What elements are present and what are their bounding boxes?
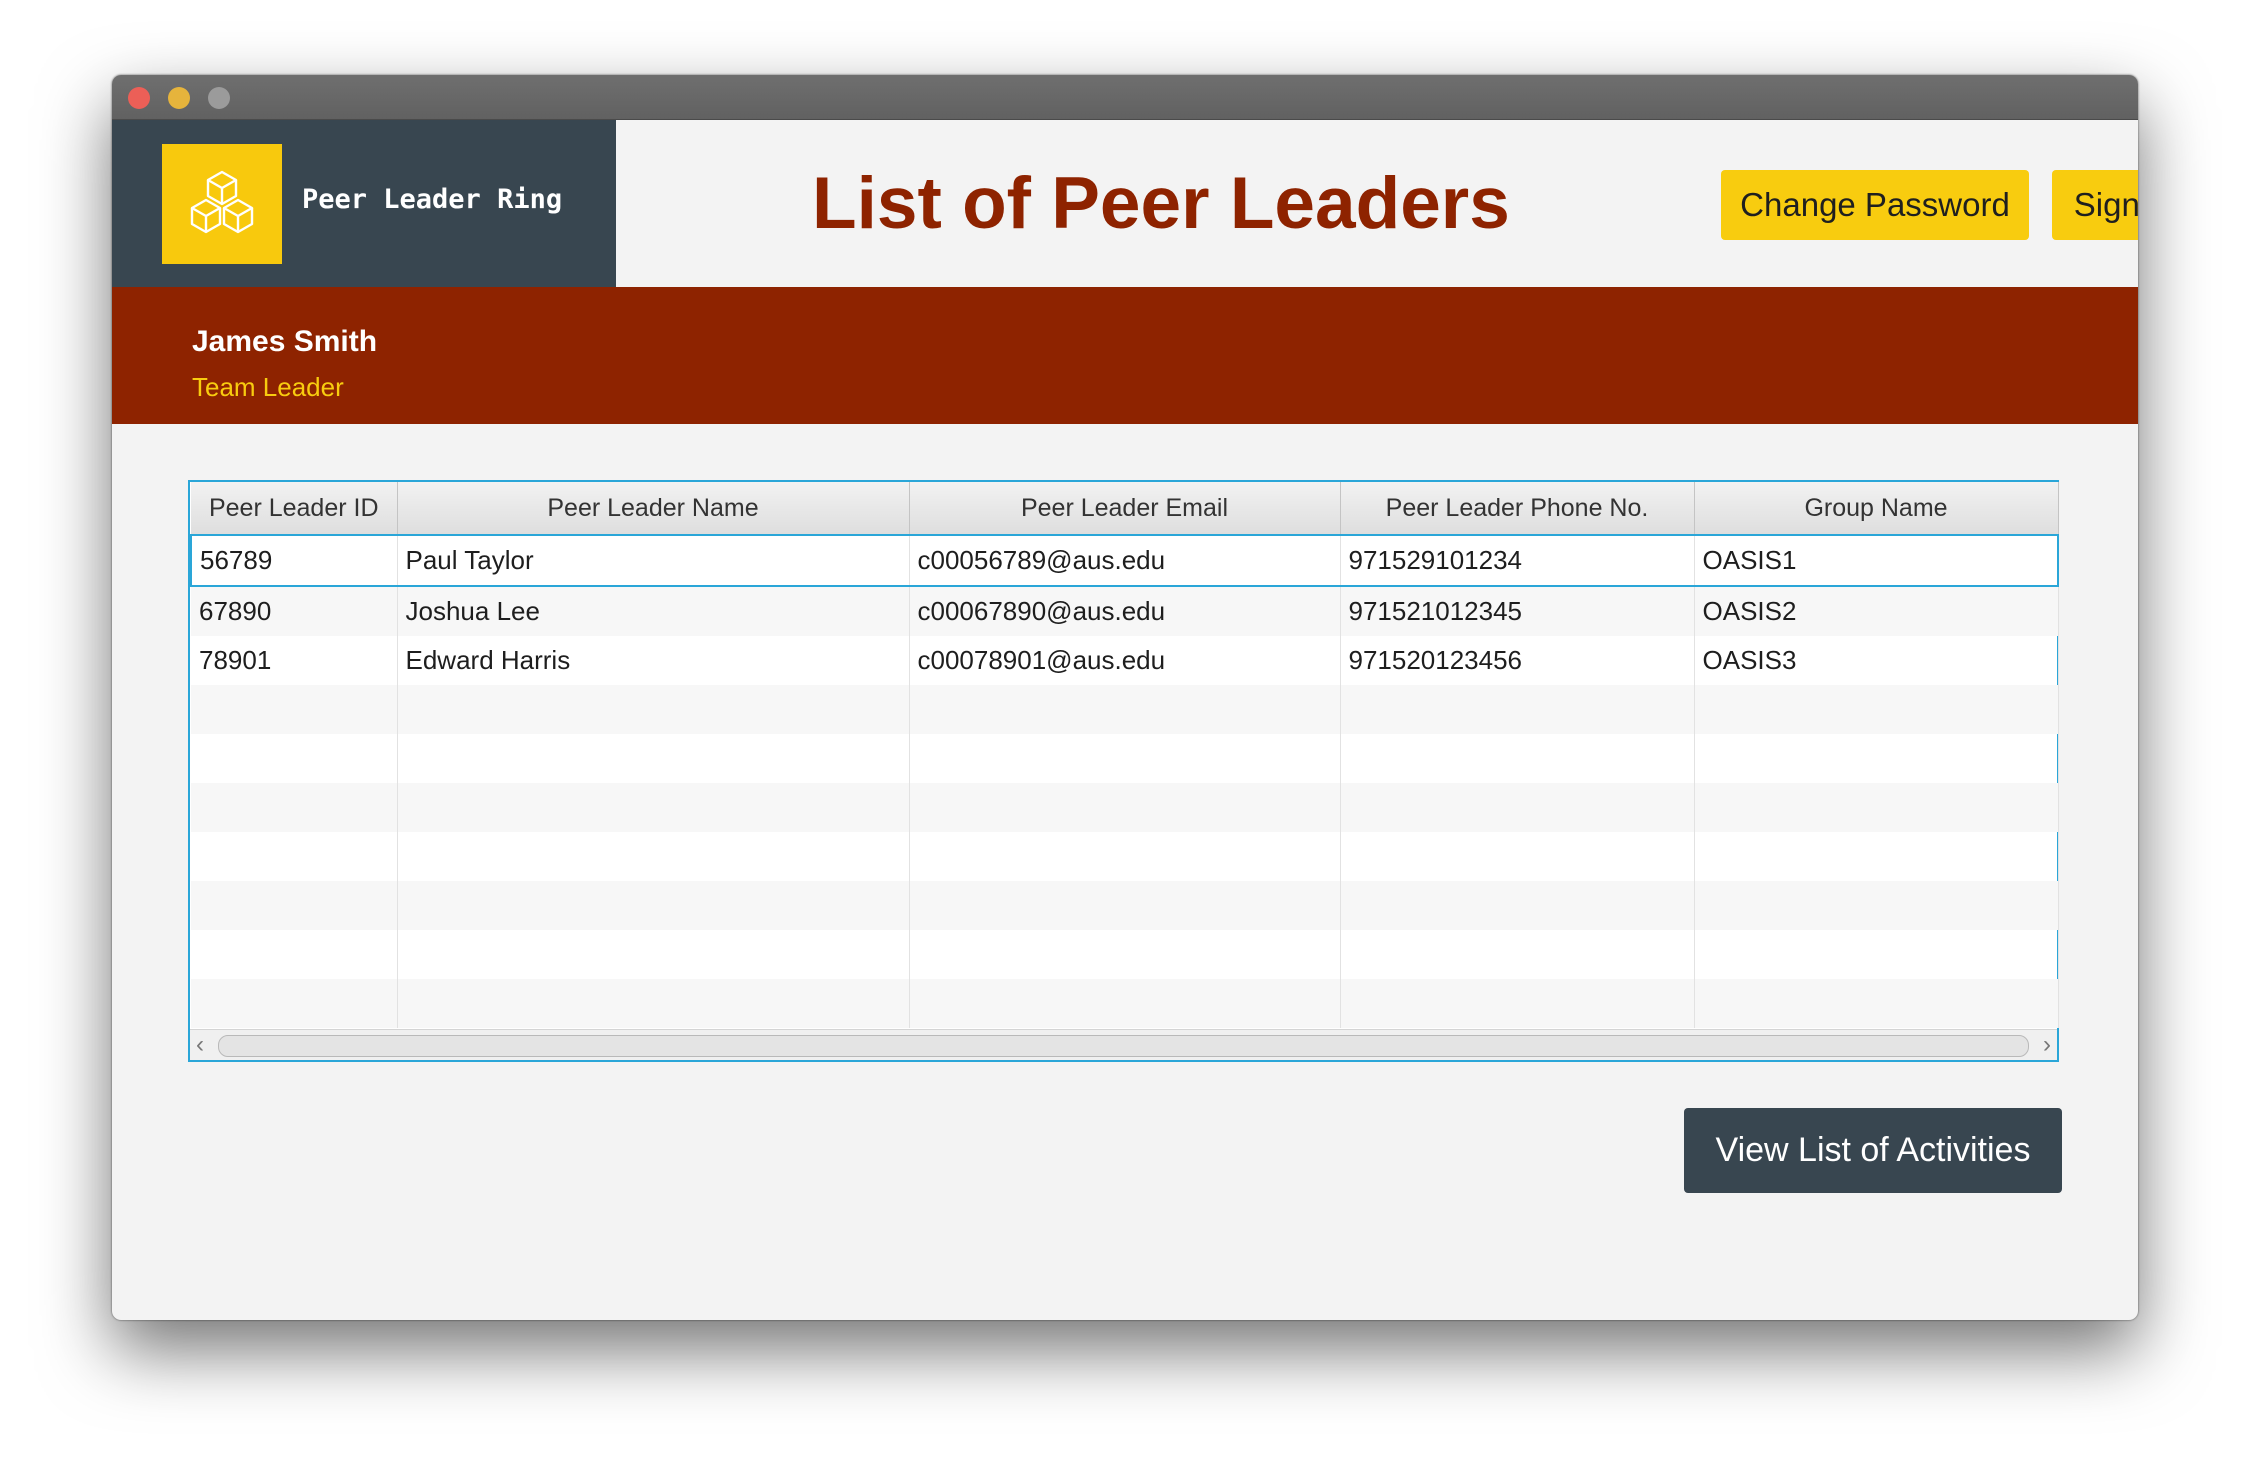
brand-name: Peer Leader Ring [302, 184, 563, 215]
cell-phone: 971520123456 [1340, 636, 1695, 685]
app-window: Peer Leader Ring List of Peer Leaders Ch… [112, 75, 2138, 1320]
peer-leaders-table[interactable]: Peer Leader ID Peer Leader Name Peer Lea… [188, 480, 2059, 1062]
cell-phone: 971529101234 [1340, 534, 1695, 587]
table-row[interactable]: 67890 Joshua Lee c00067890@aus.edu 97152… [191, 586, 2059, 636]
user-role: Team Leader [192, 372, 344, 402]
cell-id: 67890 [191, 586, 398, 636]
table-row[interactable]: 78901 Edward Harris c00078901@aus.edu 97… [191, 636, 2059, 685]
view-activities-button[interactable]: View List of Activities [1684, 1108, 2062, 1193]
cell-group: OASIS1 [1694, 534, 2059, 587]
empty-row [191, 734, 2059, 783]
page-title: List of Peer Leaders [812, 163, 1510, 244]
empty-row [191, 685, 2059, 734]
minimize-window-button[interactable] [168, 87, 190, 109]
cell-email: c00078901@aus.edu [909, 636, 1341, 685]
title-bar [112, 75, 2138, 120]
scroll-left-icon[interactable]: ‹ [196, 1030, 204, 1060]
cell-id: 78901 [191, 636, 398, 685]
cell-phone: 971521012345 [1340, 586, 1695, 636]
sign-out-button[interactable]: Sign Out [2052, 170, 2138, 240]
cell-name: Edward Harris [397, 636, 910, 685]
table-header-row: Peer Leader ID Peer Leader Name Peer Lea… [191, 482, 2059, 536]
cell-name: Paul Taylor [397, 534, 910, 587]
change-password-button[interactable]: Change Password [1721, 170, 2029, 240]
cubes-icon [162, 144, 282, 264]
column-header-phone[interactable]: Peer Leader Phone No. [1340, 482, 1695, 536]
scroll-right-icon[interactable]: › [2043, 1030, 2051, 1060]
brand-panel: Peer Leader Ring [112, 120, 616, 287]
empty-row [191, 979, 2059, 1028]
cell-group: OASIS2 [1694, 586, 2059, 636]
cell-id: 56789 [190, 534, 398, 587]
cell-name: Joshua Lee [397, 586, 910, 636]
cell-email: c00056789@aus.edu [909, 534, 1341, 587]
scrollbar-thumb[interactable] [218, 1035, 2029, 1057]
user-name: James Smith [192, 325, 378, 358]
header: List of Peer Leaders Change Password Sig… [616, 120, 2138, 287]
empty-row [191, 930, 2059, 979]
column-header-id[interactable]: Peer Leader ID [191, 482, 398, 536]
column-header-email[interactable]: Peer Leader Email [909, 482, 1341, 536]
table-row[interactable]: 56789 Paul Taylor c00056789@aus.edu 9715… [190, 534, 2059, 587]
cell-group: OASIS3 [1694, 636, 2059, 685]
cell-email: c00067890@aus.edu [909, 586, 1341, 636]
column-header-name[interactable]: Peer Leader Name [397, 482, 910, 536]
close-window-button[interactable] [128, 87, 150, 109]
column-header-group[interactable]: Group Name [1694, 482, 2059, 536]
empty-row [191, 832, 2059, 881]
horizontal-scrollbar[interactable]: ‹ › [190, 1029, 2057, 1060]
empty-row [191, 783, 2059, 832]
empty-row [191, 881, 2059, 930]
user-banner: James Smith Team Leader [112, 287, 2138, 424]
zoom-window-button[interactable] [208, 87, 230, 109]
